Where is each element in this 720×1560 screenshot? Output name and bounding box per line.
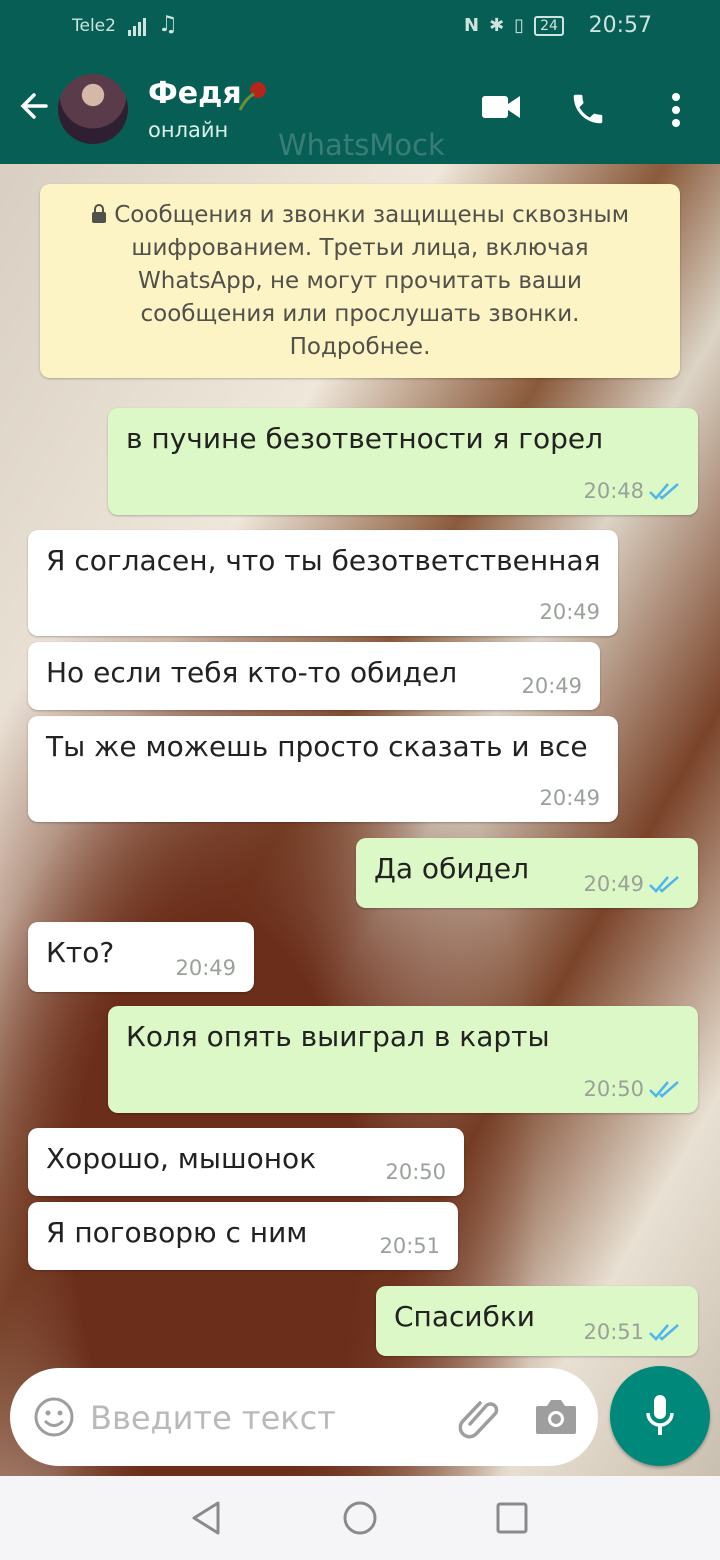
- message-bubble[interactable]: Я поговорю с ним 20:51: [28, 1202, 458, 1270]
- signal-icon: [128, 18, 146, 36]
- message-bubble[interactable]: Я согласен, что ты безответственная 20:4…: [28, 530, 618, 636]
- encryption-text: Сообщения и звонки защищены сквозным шиф…: [114, 201, 630, 360]
- message-text: Хорошо, мышонок: [46, 1142, 317, 1175]
- attach-icon[interactable]: [456, 1394, 502, 1440]
- message-bubble[interactable]: в пучине безответности я горел 20:48: [108, 408, 698, 515]
- clock: 20:57: [588, 13, 652, 38]
- message-bubble[interactable]: Да обидел 20:49: [356, 838, 698, 908]
- message-text: Коля опять выиграл в карты: [126, 1020, 550, 1053]
- camera-icon[interactable]: [534, 1398, 578, 1436]
- message-text: Да обидел: [374, 852, 530, 885]
- battery-icon: 24: [534, 15, 564, 36]
- nav-back-icon[interactable]: [190, 1500, 222, 1536]
- message-text: в пучине безответности я горел: [126, 422, 604, 455]
- message-time: 20:49: [539, 786, 600, 810]
- message-composer: [10, 1368, 598, 1466]
- avatar[interactable]: [58, 74, 128, 144]
- message-time: 20:50: [583, 1077, 644, 1101]
- read-ticks-icon: [649, 876, 679, 893]
- message-time: 20:49: [521, 674, 582, 698]
- message-bubble[interactable]: Кто? 20:49: [28, 922, 254, 992]
- nfc-icon: N: [464, 15, 480, 36]
- video-call-icon[interactable]: [482, 94, 520, 120]
- status-icons: N ✱ ▯ 24: [464, 15, 564, 36]
- chat-area[interactable]: Сообщения и звонки защищены сквозным шиф…: [0, 164, 720, 1476]
- read-ticks-icon: [649, 1081, 679, 1098]
- mic-icon: [646, 1395, 674, 1435]
- watermark: WhatsMock: [278, 128, 445, 162]
- message-time: 20:50: [385, 1160, 446, 1184]
- nav-home-icon[interactable]: [342, 1500, 378, 1536]
- message-bubble[interactable]: Ты же можешь просто сказать и все 20:49: [28, 716, 618, 822]
- message-time: 20:49: [583, 872, 644, 896]
- message-time: 20:49: [539, 600, 600, 624]
- message-bubble[interactable]: Хорошо, мышонок 20:50: [28, 1128, 464, 1196]
- vibrate-icon: ▯: [514, 15, 525, 36]
- message-bubble[interactable]: Коля опять выиграл в карты 20:50: [108, 1006, 698, 1113]
- message-text: Ты же можешь просто сказать и все: [46, 730, 588, 763]
- message-time: 20:51: [379, 1234, 440, 1258]
- emoji-icon[interactable]: [34, 1397, 74, 1437]
- message-time: 20:51: [583, 1320, 644, 1344]
- message-input[interactable]: [88, 1392, 442, 1444]
- message-text: Спасибки: [394, 1300, 535, 1333]
- system-nav-bar: [0, 1476, 720, 1560]
- message-text: Но если тебя кто-то обидел: [46, 656, 458, 689]
- back-arrow-icon[interactable]: [16, 88, 52, 124]
- message-bubble[interactable]: Но если тебя кто-то обидел 20:49: [28, 642, 600, 710]
- music-icon: ♫: [158, 12, 178, 37]
- chat-header: Федя онлайн WhatsMock: [0, 54, 720, 164]
- message-time: 20:49: [175, 956, 236, 980]
- message-text: Кто?: [46, 936, 115, 969]
- message-time: 20:48: [583, 479, 644, 503]
- status-bar: Tele2 ♫ N ✱ ▯ 24 20:57: [0, 0, 720, 54]
- contact-name[interactable]: Федя: [148, 76, 242, 111]
- message-bubble[interactable]: Спасибки 20:51: [376, 1286, 698, 1356]
- phone-icon[interactable]: [569, 90, 607, 128]
- contact-status: онлайн: [148, 118, 229, 142]
- lock-icon: [91, 203, 106, 223]
- more-vert-icon[interactable]: [668, 92, 684, 128]
- read-ticks-icon: [649, 1324, 679, 1341]
- message-text: Я согласен, что ты безответственная: [46, 544, 601, 577]
- encryption-notice[interactable]: Сообщения и звонки защищены сквозным шиф…: [40, 184, 680, 378]
- mic-button[interactable]: [610, 1366, 710, 1466]
- bluetooth-icon: ✱: [489, 15, 505, 36]
- nav-recents-icon[interactable]: [496, 1502, 528, 1534]
- rose-icon: [238, 82, 266, 111]
- read-ticks-icon: [649, 483, 679, 500]
- carrier-label: Tele2: [72, 16, 116, 36]
- message-text: Я поговорю с ним: [46, 1216, 308, 1249]
